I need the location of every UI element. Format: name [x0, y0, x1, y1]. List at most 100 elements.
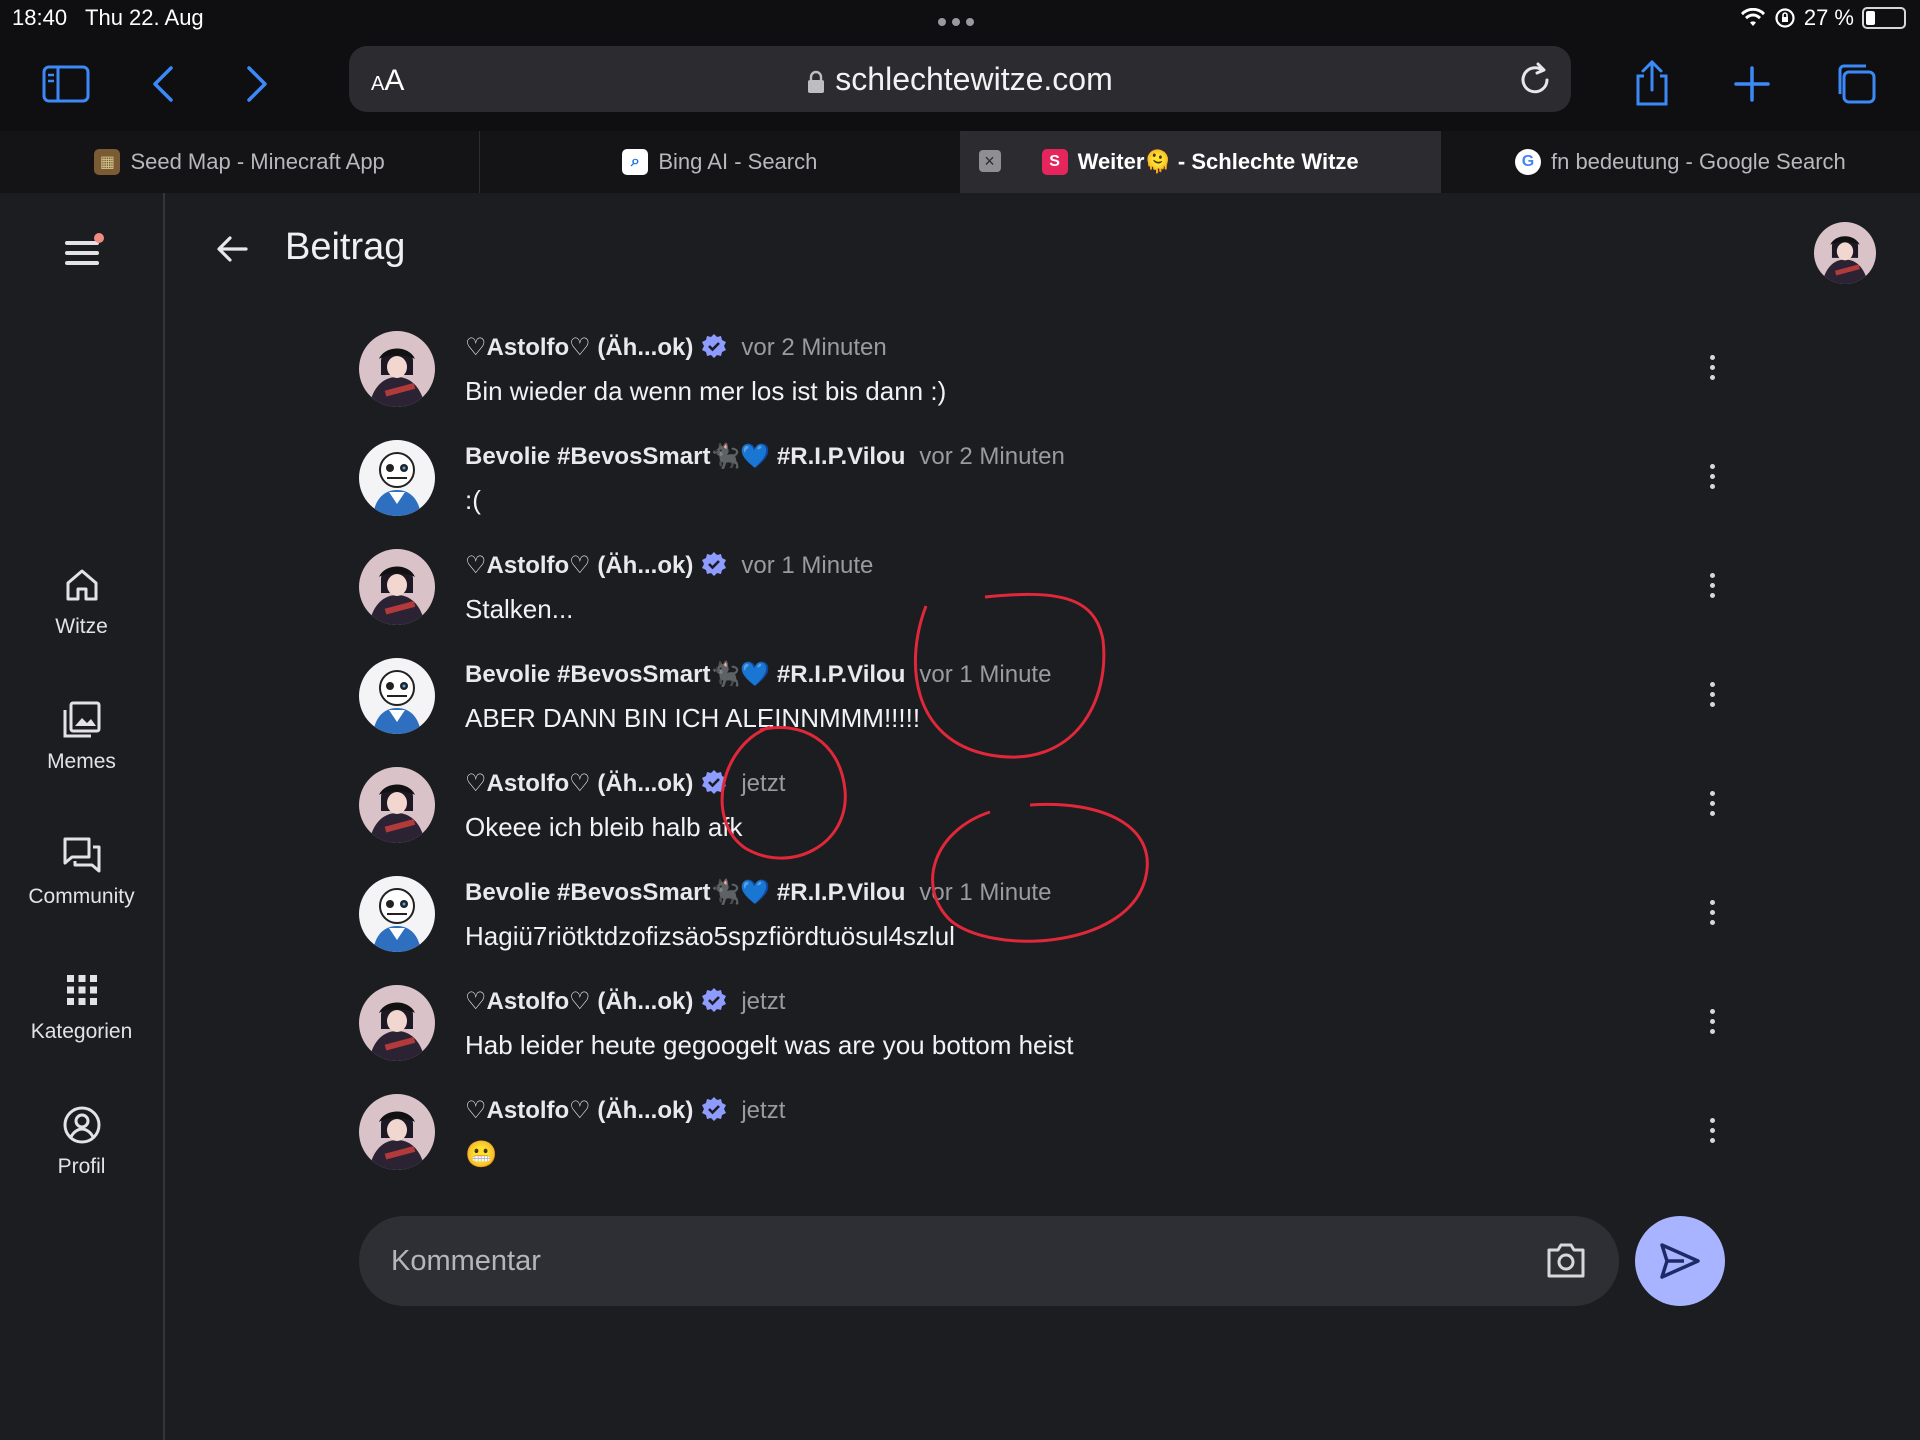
- comment-author[interactable]: ♡Astolfo♡ (Äh...ok): [465, 1097, 693, 1124]
- page-title: Beitrag: [285, 226, 406, 268]
- tab-overview-icon[interactable]: [1828, 56, 1884, 112]
- more-options-icon[interactable]: [1706, 682, 1718, 710]
- comment-author[interactable]: ♡Astolfo♡ (Äh...ok): [465, 770, 693, 797]
- tab-bar: ▦ Seed Map - Minecraft App ⌕ Bing AI - S…: [0, 131, 1920, 193]
- back-nav-icon[interactable]: [136, 56, 192, 112]
- status-bar: 18:40 Thu 22. Aug 27 %: [0, 0, 1920, 38]
- avatar-astolfo[interactable]: [359, 1094, 435, 1170]
- nav-witze[interactable]: Witze: [0, 553, 163, 663]
- lock-icon: [808, 70, 825, 93]
- tab-seed-map[interactable]: ▦ Seed Map - Minecraft App: [0, 131, 481, 193]
- comment-time: jetzt: [741, 988, 786, 1015]
- tab-title: Weiter🫠 - Schlechte Witze: [1077, 149, 1359, 174]
- tab-schlechte-witze[interactable]: × S Weiter🫠 - Schlechte Witze: [960, 131, 1441, 193]
- comment-text: Hab leider heute gegoogelt was are you b…: [465, 1030, 1074, 1060]
- forward-nav-icon[interactable]: [228, 56, 284, 112]
- comment-author[interactable]: Bevolie #BevosSmart🐈‍⬛💙 #R.I.P.Vilou: [465, 443, 905, 470]
- avatar-astolfo[interactable]: [359, 767, 435, 843]
- comment-text: Stalken...: [465, 594, 574, 624]
- comment-item: Bevolie #BevosSmart🐈‍⬛💙 #R.I.P.Vilou vor …: [359, 876, 1729, 976]
- images-icon: [63, 701, 100, 738]
- browser-toolbar: AA schlechtewitze.com: [0, 38, 1920, 131]
- comment-item: ♡Astolfo♡ (Äh...ok) jetzt Hab leider heut…: [359, 985, 1729, 1085]
- forum-icon: [63, 837, 100, 873]
- avatar-astolfo[interactable]: [359, 331, 435, 407]
- tab-bing[interactable]: ⌕ Bing AI - Search: [480, 131, 961, 193]
- sidebar-toggle-icon[interactable]: [38, 56, 94, 112]
- avatar-astolfo[interactable]: [359, 549, 435, 625]
- verified-badge-icon: [702, 334, 727, 358]
- verified-badge-icon: [702, 988, 727, 1012]
- comment-author[interactable]: Bevolie #BevosSmart🐈‍⬛💙 #R.I.P.Vilou: [465, 661, 905, 688]
- nav-label: Community: [28, 885, 135, 908]
- comment-time: vor 1 Minute: [741, 552, 874, 579]
- reload-icon[interactable]: [1517, 60, 1553, 103]
- comment-composer: [359, 1216, 1619, 1306]
- comment-time: jetzt: [741, 770, 786, 797]
- grid-icon: [66, 975, 97, 1005]
- status-right: 27 %: [1740, 5, 1906, 31]
- nav-profil[interactable]: Profil: [0, 1093, 163, 1203]
- multitasking-dots-icon[interactable]: [938, 13, 982, 26]
- more-options-icon[interactable]: [1706, 1009, 1718, 1037]
- comment-author[interactable]: ♡Astolfo♡ (Äh...ok): [465, 552, 693, 579]
- comment-time: jetzt: [741, 1097, 786, 1124]
- comment-text: Bin wieder da wenn mer los ist bis dann …: [465, 376, 947, 406]
- comment-input[interactable]: [389, 1238, 1493, 1284]
- wifi-icon: [1740, 8, 1765, 26]
- more-options-icon[interactable]: [1706, 1118, 1718, 1146]
- verified-badge-icon: [702, 770, 727, 794]
- user-avatar[interactable]: [1814, 222, 1876, 284]
- comment-item: ♡Astolfo♡ (Äh...ok) vor 2 Minuten Bin wie…: [359, 331, 1729, 431]
- verified-badge-icon: [702, 1097, 727, 1121]
- send-icon: [1660, 1243, 1700, 1279]
- nav-community[interactable]: Community: [0, 823, 163, 933]
- comment-item: ♡Astolfo♡ (Äh...ok) vor 1 Minute Stalken.…: [359, 549, 1729, 649]
- tab-title: Seed Map - Minecraft App: [130, 149, 385, 174]
- more-options-icon[interactable]: [1706, 900, 1718, 928]
- verified-badge-icon: [702, 552, 727, 576]
- nav-label: Witze: [55, 615, 108, 638]
- avatar-astolfo[interactable]: [359, 985, 435, 1061]
- comment-author[interactable]: ♡Astolfo♡ (Äh...ok): [465, 988, 693, 1015]
- url-field[interactable]: schlechtewitze.com: [349, 61, 1571, 98]
- menu-icon[interactable]: [60, 233, 104, 273]
- more-options-icon[interactable]: [1706, 355, 1718, 383]
- nav-kategorien[interactable]: Kategorien: [0, 958, 163, 1068]
- comment-text: ABER DANN BIN ICH ALEINNMMM!!!!!: [465, 703, 921, 733]
- camera-icon[interactable]: [1545, 1240, 1587, 1280]
- new-tab-icon[interactable]: [1724, 56, 1780, 112]
- comment-item: ♡Astolfo♡ (Äh...ok) jetzt Okeee ich bleib…: [359, 767, 1729, 867]
- nav-label: Kategorien: [30, 1020, 133, 1043]
- battery-percent: 27 %: [1803, 5, 1854, 30]
- rotation-lock-icon: [1775, 8, 1795, 28]
- back-arrow-icon[interactable]: [212, 229, 252, 269]
- notification-dot: [94, 233, 104, 243]
- home-icon: [66, 569, 97, 601]
- tab-google[interactable]: G fn bedeutung - Google Search: [1441, 131, 1920, 193]
- comment-author[interactable]: ♡Astolfo♡ (Äh...ok): [465, 334, 693, 361]
- schlechte-witze-icon: S: [1041, 149, 1068, 175]
- more-options-icon[interactable]: [1706, 791, 1718, 819]
- share-icon[interactable]: [1624, 56, 1680, 112]
- comment-item: Bevolie #BevosSmart🐈‍⬛💙 #R.I.P.Vilou vor …: [359, 658, 1729, 758]
- nav-memes[interactable]: Memes: [0, 688, 163, 798]
- comment-author[interactable]: Bevolie #BevosSmart🐈‍⬛💙 #R.I.P.Vilou: [465, 879, 905, 906]
- avatar-bevolie[interactable]: [359, 440, 435, 516]
- more-options-icon[interactable]: [1706, 573, 1718, 601]
- comment-time: vor 2 Minuten: [741, 334, 887, 361]
- address-bar[interactable]: AA schlechtewitze.com: [349, 46, 1571, 112]
- avatar-bevolie[interactable]: [359, 658, 435, 734]
- tab-title: Bing AI - Search: [658, 149, 818, 174]
- avatar-bevolie[interactable]: [359, 876, 435, 952]
- comment-item: Bevolie #BevosSmart🐈‍⬛💙 #R.I.P.Vilou vor …: [359, 440, 1729, 540]
- tab-title: fn bedeutung - Google Search: [1550, 149, 1846, 174]
- app-sidebar: Witze Memes Community Kategorien Profil: [0, 193, 165, 1440]
- comment-text: Okeee ich bleib halb afk: [465, 812, 743, 842]
- nav-label: Memes: [47, 750, 116, 773]
- close-tab-icon[interactable]: ×: [978, 150, 1001, 172]
- send-button[interactable]: [1635, 1216, 1725, 1306]
- comment-text: 😬: [465, 1139, 498, 1169]
- more-options-icon[interactable]: [1706, 464, 1718, 492]
- battery-icon: [1862, 7, 1906, 29]
